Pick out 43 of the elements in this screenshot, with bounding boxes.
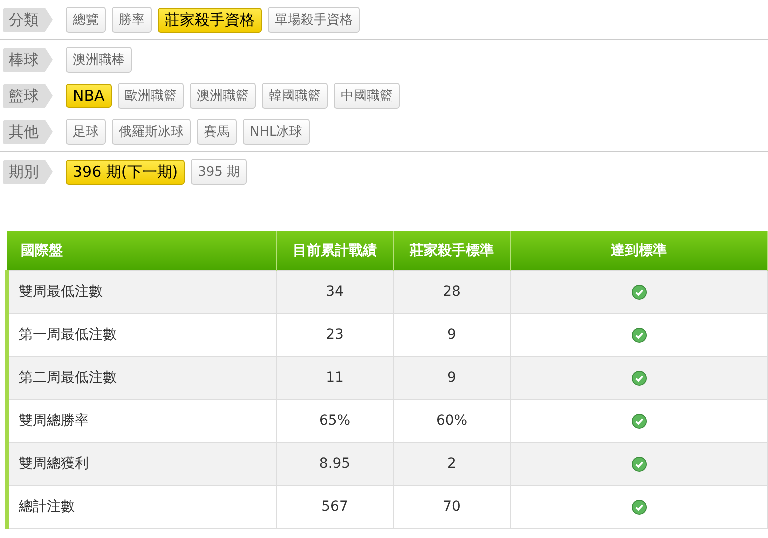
check-icon xyxy=(632,370,646,386)
filter-option[interactable]: 中國職籃 xyxy=(334,83,400,109)
filter-label: 分類 xyxy=(3,8,53,32)
table-cell: 雙周總獲利 xyxy=(7,442,276,486)
filter-label: 棒球 xyxy=(3,48,53,72)
check-icon xyxy=(632,414,646,429)
filter-option[interactable]: 韓國職籃 xyxy=(262,83,328,109)
filter-option[interactable]: 莊家殺手資格 xyxy=(158,8,262,32)
filter-option[interactable]: 俄羅斯冰球 xyxy=(112,119,191,145)
table-cell: 2 xyxy=(394,442,510,486)
filter-option[interactable]: 395 期 xyxy=(191,159,248,185)
filter-option[interactable]: 澳洲職棒 xyxy=(66,47,132,73)
table-cell: 總計注數 xyxy=(7,486,276,528)
table-cell: 34 xyxy=(276,270,394,314)
table-cell: 11 xyxy=(276,356,394,400)
filter-label: 期別 xyxy=(3,160,53,184)
filter-label: 籃球 xyxy=(3,84,53,108)
check-icon xyxy=(632,500,646,515)
table-cell: 第二周最低注數 xyxy=(7,356,276,400)
filter-option[interactable]: 足球 xyxy=(66,119,106,145)
filter-option[interactable]: 歐洲職籃 xyxy=(118,83,184,109)
check-icon xyxy=(632,328,646,343)
table-cell: 28 xyxy=(394,270,510,314)
table-cell: 雙周最低注數 xyxy=(7,270,276,314)
filter-label: 其他 xyxy=(3,120,53,144)
filter-option[interactable]: NBA xyxy=(66,84,112,108)
column-header: 目前累計戰績 xyxy=(276,231,394,270)
table-cell: 567 xyxy=(276,486,394,528)
filter-option[interactable]: 單場殺手資格 xyxy=(268,7,360,33)
filter-option[interactable]: 396 期(下一期) xyxy=(66,160,186,184)
column-header: 達到標準 xyxy=(510,231,768,270)
table-cell: 9 xyxy=(394,356,510,400)
table-cell: 8.95 xyxy=(276,442,394,486)
filter-option[interactable]: 勝率 xyxy=(112,7,152,33)
check-icon xyxy=(632,284,646,300)
check-icon xyxy=(632,456,646,472)
column-header: 國際盤 xyxy=(7,231,276,270)
filter-option[interactable]: 賽馬 xyxy=(197,119,237,145)
column-header: 莊家殺手標準 xyxy=(394,231,510,270)
filter-option[interactable]: NHL冰球 xyxy=(243,119,310,145)
filter-option[interactable]: 澳洲職籃 xyxy=(190,83,256,109)
filter-option[interactable]: 總覽 xyxy=(66,7,106,33)
table-cell: 70 xyxy=(394,486,510,528)
